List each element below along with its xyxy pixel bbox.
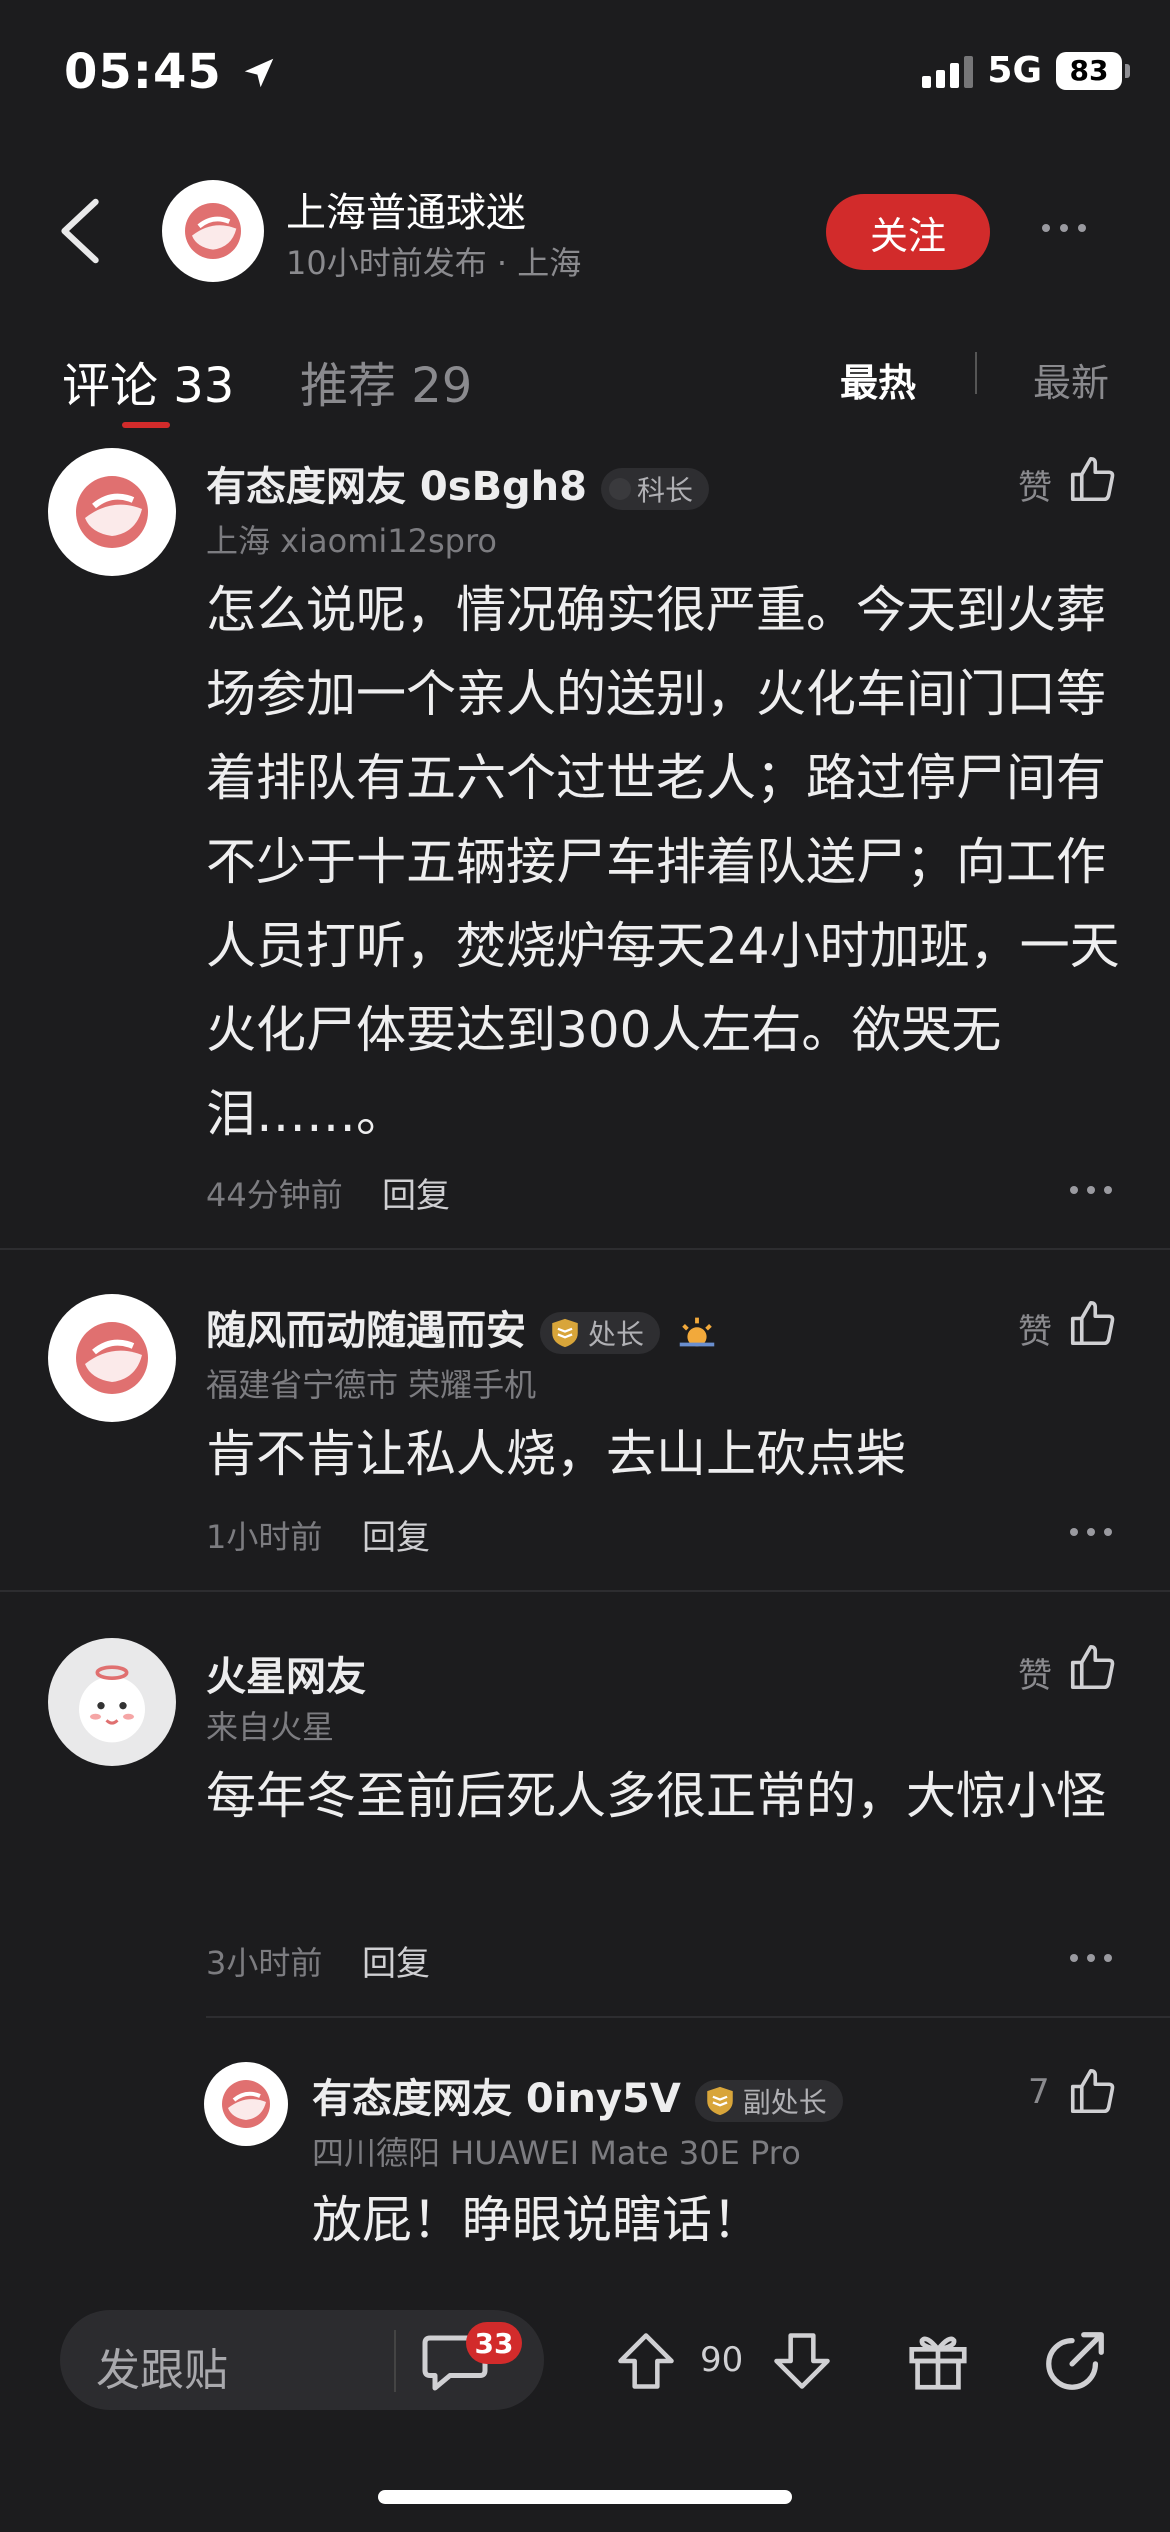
sort-hot[interactable]: 最热 — [840, 352, 916, 407]
comment-username[interactable]: 有态度网友 0sBgh8 科长 — [206, 454, 709, 512]
comment-count-badge: 33 — [466, 2322, 522, 2364]
post-author-name[interactable]: 上海普通球迷 — [286, 180, 526, 238]
comment-username[interactable]: 随风而动随遇而安 处长 — [206, 1298, 720, 1356]
comment-avatar[interactable] — [48, 1638, 176, 1766]
comment-avatar[interactable] — [48, 1294, 176, 1422]
sort-new[interactable]: 最新 — [1033, 352, 1109, 407]
like-label[interactable]: 赞 — [1018, 460, 1052, 509]
like-label[interactable]: 赞 — [1018, 1648, 1052, 1697]
shield-icon — [707, 2086, 733, 2116]
rank-badge: 副处长 — [694, 2080, 843, 2122]
comment-time: 1小时前 — [206, 1518, 323, 1556]
reply-avatar[interactable] — [204, 2062, 288, 2146]
rank-badge: 科长 — [600, 468, 709, 510]
avatar-logo-icon — [76, 476, 148, 548]
avatar-logo-icon — [185, 203, 241, 259]
follow-button[interactable]: 关注 — [826, 194, 990, 270]
comment-avatar[interactable] — [48, 448, 176, 576]
divider — [0, 1590, 1170, 1592]
divider — [206, 2016, 1170, 2018]
comment-meta: 福建省宁德市 荣耀手机 — [206, 1366, 537, 1404]
divider — [0, 1248, 1170, 1250]
avatar-logo-icon — [222, 2080, 270, 2128]
compose-divider — [394, 2330, 396, 2392]
network-type: 5G — [987, 50, 1042, 91]
rank-badge: 处长 — [539, 1312, 660, 1354]
comment-text: 怎么说呢，情况确实很严重。今天到火葬场参加一个亲人的送别，火化车间门口等着排队有… — [206, 581, 1120, 1143]
thumbs-up-icon[interactable] — [1066, 2064, 1120, 2118]
active-tab-indicator — [122, 422, 170, 428]
like-count[interactable]: 7 — [1028, 2072, 1050, 2112]
tab-recommend[interactable]: 推荐 29 — [300, 346, 472, 416]
comment-time: 44分钟前 — [206, 1176, 343, 1214]
comment-time: 3小时前 — [206, 1944, 323, 1982]
reply-username[interactable]: 有态度网友 0iny5V 副处长 — [312, 2066, 843, 2124]
location-arrow-icon — [244, 58, 273, 88]
tab-comments[interactable]: 评论 33 — [62, 346, 234, 416]
cartoon-avatar-icon — [79, 1665, 145, 1743]
downvote-icon[interactable] — [768, 2326, 836, 2396]
home-indicator[interactable] — [378, 2490, 792, 2504]
shield-icon — [552, 1318, 578, 1348]
thumbs-up-icon[interactable] — [1066, 452, 1120, 506]
sort-divider — [975, 352, 977, 394]
back-icon[interactable] — [52, 196, 112, 266]
like-label[interactable]: 赞 — [1018, 1304, 1052, 1353]
comment-more-icon[interactable] — [1070, 1528, 1112, 1536]
thumbs-up-icon[interactable] — [1066, 1296, 1120, 1350]
upvote-icon[interactable] — [612, 2326, 680, 2396]
share-icon[interactable] — [1040, 2326, 1110, 2396]
status-time: 05:45 — [64, 44, 278, 100]
reply-button[interactable]: 回复 — [362, 1936, 430, 1985]
post-meta: 10小时前发布 · 上海 — [286, 244, 582, 282]
reply-button[interactable]: 回复 — [362, 1510, 430, 1559]
avatar-logo-icon — [76, 1322, 148, 1394]
comment-text: 每年冬至前后死人多很正常的，大惊小怪 — [206, 1767, 1106, 1825]
sunrise-icon — [679, 1317, 715, 1347]
more-options-icon[interactable] — [1042, 224, 1086, 232]
reply-text: 放屁！睁眼说瞎话！ — [312, 2191, 762, 2249]
comment-more-icon[interactable] — [1070, 1186, 1112, 1194]
signal-icon — [922, 54, 974, 88]
battery-icon: 83 — [1056, 51, 1130, 90]
gift-icon[interactable] — [902, 2326, 974, 2396]
compose-placeholder[interactable]: 发跟贴 — [96, 2334, 228, 2398]
battery-level: 83 — [1056, 51, 1122, 90]
thumbs-up-icon[interactable] — [1066, 1640, 1120, 1694]
post-author-avatar[interactable] — [162, 180, 264, 282]
vote-count: 90 — [700, 2340, 744, 2380]
comment-text: 肯不肯让私人烧，去山上砍点柴 — [206, 1425, 906, 1483]
reply-meta: 四川德阳 HUAWEI Mate 30E Pro — [312, 2134, 801, 2172]
comment-meta: 来自火星 — [206, 1708, 335, 1746]
comment-more-icon[interactable] — [1070, 1954, 1112, 1962]
reply-button[interactable]: 回复 — [382, 1168, 450, 1217]
status-indicators: 5G 83 — [922, 50, 1130, 91]
comment-meta: 上海 xiaomi12spro — [206, 522, 497, 560]
comment-username[interactable]: 火星网友 — [206, 1644, 366, 1702]
